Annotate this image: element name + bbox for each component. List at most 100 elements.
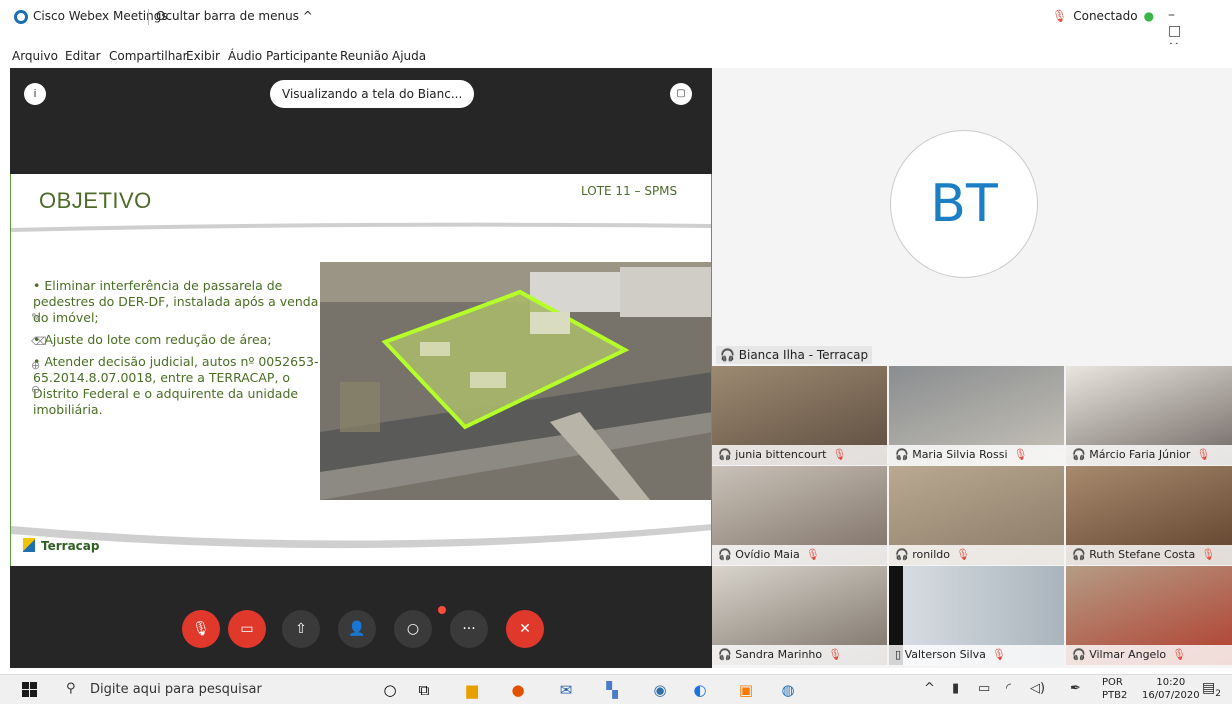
headset-icon: 🎧	[1072, 448, 1090, 461]
participant-tile[interactable]: 🎧 Ovídio Maia 🎙	[712, 466, 887, 565]
terracap-mark-icon	[23, 538, 35, 552]
participant-tile[interactable]: 🎧 Maria Silvia Rossi 🎙	[889, 366, 1064, 465]
language-indicator[interactable]: POR PTB2	[1102, 676, 1127, 702]
video-off-icon: ▭	[240, 621, 254, 637]
mic-muted-icon: 🎙	[1013, 448, 1028, 461]
taskbar-search[interactable]: ⚲ Digite aqui para pesquisar	[60, 675, 360, 704]
presentation-slide: OBJETIVO LOTE 11 – SPMS • Eliminar inter…	[10, 174, 712, 566]
webex-taskbar-icon[interactable]: ◍	[776, 678, 800, 702]
info-icon[interactable]: i	[24, 83, 46, 105]
mic-muted-icon: 🎙	[832, 448, 847, 461]
firefox-icon[interactable]: ●	[506, 678, 530, 702]
headset-icon: 🎧	[1072, 548, 1090, 561]
connection-status: 🎙 Conectado ●	[1052, 9, 1154, 23]
menu-ajuda[interactable]: Ajuda	[392, 49, 426, 63]
wifi-icon[interactable]: ◜	[1006, 681, 1011, 696]
participant-tile[interactable]: ▯ Valterson Silva 🎙	[889, 566, 1064, 665]
menu-participante[interactable]: Participante	[266, 49, 338, 63]
zoom-in-icon[interactable]: ⊕	[31, 354, 47, 378]
task-view-icon[interactable]: ⧉	[412, 678, 436, 702]
menu-editar[interactable]: Editar	[65, 49, 101, 63]
participant-tile[interactable]: 🎧 Sandra Marinho 🎙	[712, 566, 887, 665]
terracap-logo: Terracap	[23, 538, 99, 553]
mic-muted-icon: 🎙	[956, 548, 970, 561]
layout-icon[interactable]: ▢	[670, 83, 692, 105]
menu-bar: Arquivo Editar Compartilhar Exibir Áudio…	[0, 44, 1232, 68]
share-icon: ⇧	[295, 621, 307, 637]
leave-icon: ✕	[519, 621, 531, 637]
shared-screen-area: i Visualizando a tela do Bianc... ▢ OBJE…	[10, 68, 712, 668]
zoom-out-icon[interactable]: ⊖	[31, 378, 47, 402]
participant-name: Sandra Marinho	[735, 648, 823, 661]
clock-date: 16/07/2020	[1142, 690, 1200, 701]
more-button[interactable]: ···	[450, 610, 488, 648]
edge-icon[interactable]: ◐	[688, 678, 712, 702]
eraser-icon[interactable]: ⌫	[31, 330, 47, 354]
windows-taskbar: ⚲ Digite aqui para pesquisar ○ ⧉ ▆ ● ✉ ▚…	[0, 674, 1232, 704]
hide-menu-button[interactable]: Ocultar barra de menus ^	[156, 9, 313, 23]
menu-audio[interactable]: Áudio	[228, 49, 262, 63]
headset-icon: 🎧	[1072, 648, 1090, 661]
slide-header-divider	[11, 222, 711, 232]
participant-name: Vilmar Angelo	[1089, 648, 1167, 661]
mic-muted-icon: 🎙	[1172, 648, 1187, 661]
notification-center-icon[interactable]: ▤2	[1202, 680, 1221, 699]
participant-tile[interactable]: 🎧 ronildo 🎙	[889, 466, 1064, 565]
menu-arquivo[interactable]: Arquivo	[12, 49, 58, 63]
globe-icon[interactable]: ◉	[648, 678, 672, 702]
participant-name: ronildo	[912, 548, 951, 561]
connection-label: Conectado	[1073, 9, 1138, 23]
viewing-screen-label[interactable]: Visualizando a tela do Bianc...	[270, 80, 475, 108]
headset-icon: 🎧	[720, 348, 739, 362]
leave-button[interactable]: ✕	[506, 610, 544, 648]
participant-tile[interactable]: 🎧 junia bittencourt 🎙	[712, 366, 887, 465]
aerial-photo	[320, 262, 711, 500]
active-speaker-avatar: BT	[890, 130, 1038, 278]
participants-icon: 👤	[348, 621, 366, 637]
mic-icon[interactable]: ▮	[952, 681, 959, 696]
start-button[interactable]	[22, 682, 38, 698]
participant-tile[interactable]: 🎧 Ruth Stefane Costa 🎙	[1066, 466, 1232, 565]
bullet-item: • Eliminar interferência de passarela de…	[33, 278, 319, 325]
clock[interactable]: 10:20 16/07/2020	[1142, 676, 1200, 702]
bullet-item: • Atender decisão judicial, autos nº 005…	[33, 354, 319, 417]
pen-workspace-icon[interactable]: ✒	[1070, 681, 1081, 696]
participant-name: Ruth Stefane Costa	[1089, 548, 1196, 561]
menu-exibir[interactable]: Exibir	[186, 49, 220, 63]
participant-tile[interactable]: 🎧 Vilmar Angelo 🎙	[1066, 566, 1232, 665]
webex-window: Cisco Webex Meetings Ocultar barra de me…	[0, 0, 1232, 704]
active-speaker-name-label: Bianca Ilha - Terracap	[738, 348, 869, 362]
pen-icon[interactable]: ✎	[31, 306, 47, 330]
active-speaker-name: 🎧 Bianca Ilha - Terracap	[716, 346, 873, 364]
chevron-up-icon[interactable]: ^	[924, 681, 935, 696]
lang-bottom: PTB2	[1102, 690, 1128, 701]
terracap-logo-text: Terracap	[41, 539, 100, 553]
chat-notification-dot	[438, 606, 446, 614]
lang-top: POR	[1102, 677, 1123, 688]
share-button[interactable]: ⇧	[282, 610, 320, 648]
battery-icon[interactable]: ▭	[978, 681, 990, 696]
mic-muted-icon: 🎙	[991, 648, 1006, 661]
slide-title: OBJETIVO	[39, 188, 152, 213]
slide-footer-swoosh	[11, 524, 711, 549]
mail-icon[interactable]: ✉	[554, 678, 578, 702]
chat-button[interactable]: ○	[394, 610, 432, 648]
search-placeholder: Digite aqui para pesquisar	[90, 682, 262, 697]
headset-icon: 🎧	[718, 548, 736, 561]
cortana-icon[interactable]: ○	[378, 678, 402, 702]
participant-tile[interactable]: 🎧 Márcio Faria Júnior 🎙	[1066, 366, 1232, 465]
app-icon[interactable]: ▚	[600, 678, 624, 702]
participants-button[interactable]: 👤	[338, 610, 376, 648]
app-orange-icon[interactable]: ▣	[734, 678, 758, 702]
annotation-tools: ✎ ⌫ ⊕ ⊖	[31, 306, 47, 402]
headset-icon: 🎧	[895, 448, 913, 461]
slide-lote-label: LOTE 11 – SPMS	[581, 184, 678, 198]
headset-icon: 🎧	[718, 648, 736, 661]
menu-reuniao[interactable]: Reunião	[340, 49, 388, 63]
mute-button[interactable]: 🎙	[182, 610, 220, 648]
more-icon: ···	[462, 621, 476, 637]
menu-compartilhar[interactable]: Compartilhar	[109, 49, 188, 63]
video-button[interactable]: ▭	[228, 610, 266, 648]
volume-icon[interactable]: ◁)	[1030, 681, 1045, 696]
file-explorer-icon[interactable]: ▆	[460, 678, 484, 702]
